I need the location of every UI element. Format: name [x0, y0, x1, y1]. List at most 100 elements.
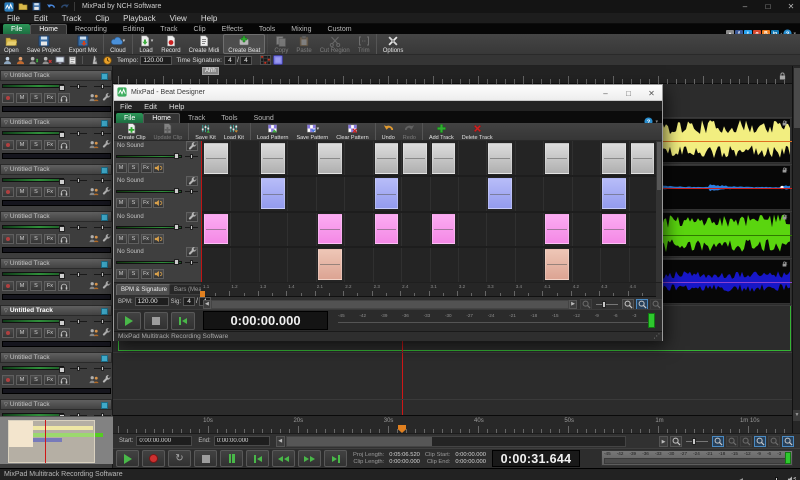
track-m-button[interactable]: M [16, 140, 28, 150]
track-fx-button[interactable]: Fx [44, 375, 56, 385]
track-volume-thumb[interactable] [59, 226, 65, 232]
beat-grid-scrollbar[interactable] [656, 141, 662, 282]
bd-track-volume-thumb[interactable] [174, 153, 179, 159]
go-to-end-button[interactable] [324, 450, 347, 467]
pan-thumb[interactable] [77, 366, 80, 371]
track-fx-button[interactable]: Fx [44, 187, 56, 197]
track-pan-slider-2[interactable] [94, 368, 111, 369]
bd-track-wrench-icon[interactable] [186, 212, 198, 222]
ribbon-tab-clip[interactable]: Clip [186, 24, 214, 34]
beat-ruler[interactable]: 1.11.21.31.42.12.22.32.43.13.23.33.44.14… [201, 283, 656, 297]
track-collapse-icon[interactable]: ▽ [4, 261, 8, 267]
beat-cell-r3-c5[interactable] [318, 214, 342, 245]
track-volume-thumb[interactable] [59, 320, 65, 326]
track-collapse-icon[interactable]: ▽ [4, 214, 8, 220]
overview-selection-box[interactable] [8, 420, 95, 463]
ribbon-tab-editing[interactable]: Editing [115, 24, 152, 34]
track-group-icon[interactable] [89, 324, 99, 342]
bd-track-volume-thumb[interactable] [174, 259, 179, 265]
track-headphones-button[interactable] [58, 140, 70, 150]
pan-thumb[interactable] [77, 319, 80, 324]
loop-record-button[interactable]: ↻ [168, 450, 191, 467]
beat-horizontal-scrollbar-thumb[interactable] [212, 301, 568, 308]
quick-undo-icon[interactable] [45, 2, 56, 12]
track-header[interactable]: ▽Untitled Track [0, 164, 112, 175]
beat-cell-r1-c9[interactable] [432, 143, 456, 174]
track-volume-slider[interactable] [2, 366, 64, 370]
track-wrench-icon[interactable] [102, 89, 111, 107]
bd-track-volume-slider[interactable] [116, 190, 182, 193]
track-pan-slider-2[interactable] [94, 180, 111, 181]
track-fx-button[interactable]: Fx [44, 281, 56, 291]
track-volume-slider[interactable] [2, 178, 64, 182]
bd-track-pan-thumb[interactable] [190, 189, 193, 194]
track-volume-slider[interactable] [2, 319, 64, 323]
ruler-clip-label[interactable]: Ahh [202, 67, 219, 75]
track-record-arm-button[interactable] [2, 281, 14, 291]
menu-track[interactable]: Track [55, 14, 89, 23]
toolbar-load-button[interactable]: ▾Load [132, 34, 158, 54]
bd-tab-sound[interactable]: Sound [246, 113, 282, 123]
time-signature-numerator-input[interactable] [224, 56, 236, 65]
pan-thumb[interactable] [77, 225, 80, 230]
track-group-icon[interactable] [89, 371, 99, 389]
add-user-icon[interactable] [28, 56, 39, 65]
beat-cell-r1-c3[interactable] [261, 143, 285, 174]
beat-cell-r1-c5[interactable] [318, 143, 342, 174]
bpm-input[interactable] [135, 297, 169, 306]
track-m-button[interactable]: M [16, 375, 28, 385]
track-color-box[interactable] [101, 308, 108, 315]
track-volume-thumb[interactable] [59, 132, 65, 138]
bd-track-sound-button[interactable] [153, 234, 164, 244]
track-wrench-icon[interactable] [102, 371, 111, 389]
toolbar-record-button[interactable]: Record [157, 34, 184, 54]
track-color-box[interactable] [101, 214, 108, 221]
bd-track-volume-slider[interactable] [116, 226, 182, 229]
pan-thumb[interactable] [77, 178, 80, 183]
track-volume-thumb[interactable] [59, 179, 65, 185]
track-fx-button[interactable]: Fx [44, 234, 56, 244]
beat-cell-r3-c9[interactable] [432, 214, 456, 245]
bd-toolbar-save-pattern-button[interactable]: ▾Save Pattern [292, 123, 332, 140]
bd-track-m-button[interactable]: M [116, 269, 127, 279]
scroll-right-arrow[interactable]: ▶ [659, 436, 668, 447]
track-pan-slider[interactable] [70, 180, 87, 181]
bd-track-m-button[interactable]: M [116, 163, 127, 173]
beat-cell-r1-c16[interactable] [631, 143, 655, 174]
pan-thumb[interactable] [77, 272, 80, 277]
track-fx-button[interactable]: Fx [44, 140, 56, 150]
zoom-project-button[interactable] [768, 436, 780, 447]
beat-cell-r3-c15[interactable] [602, 214, 626, 245]
time-signature-denominator-input[interactable] [240, 56, 252, 65]
track-color-box[interactable] [101, 167, 108, 174]
beat-cell-r3-c7[interactable] [375, 214, 399, 245]
bd-zoom-in-button[interactable] [622, 299, 634, 310]
ribbon-tab-recording[interactable]: Recording [67, 24, 115, 34]
track-volume-slider[interactable] [2, 131, 64, 135]
track-wrench-icon[interactable] [102, 277, 111, 295]
beat-cell-r2-c7[interactable] [375, 178, 399, 209]
bd-track-s-button[interactable]: S [128, 198, 139, 208]
track-color-box[interactable] [101, 120, 108, 127]
record-button[interactable] [142, 450, 165, 467]
beat-cell-r1-c11[interactable] [488, 143, 512, 174]
bd-toolbar-load-pattern-button[interactable]: Load Pattern [250, 123, 293, 140]
quick-open-icon[interactable] [17, 2, 28, 12]
track-wrench-icon[interactable] [102, 183, 111, 201]
track-pan-slider[interactable] [70, 133, 87, 134]
track-header[interactable]: ▽Untitled Track [0, 117, 112, 128]
track-header[interactable]: ▽Untitled Track [0, 352, 112, 363]
track-volume-thumb[interactable] [59, 273, 65, 279]
bd-maximize-button[interactable]: □ [624, 89, 633, 98]
scroll-down-arrow[interactable]: ▼ [793, 410, 800, 421]
bd-play-button[interactable] [117, 312, 141, 330]
track-collapse-icon[interactable]: ▽ [4, 355, 8, 361]
speaker-icon[interactable] [787, 471, 796, 480]
menu-playback[interactable]: Playback [116, 14, 162, 23]
track-wrench-icon[interactable] [102, 230, 111, 248]
bd-track-sound-button[interactable] [153, 269, 164, 279]
track-s-button[interactable]: S [30, 281, 42, 291]
menu-view[interactable]: View [163, 14, 194, 23]
toolbar-save-project-button[interactable]: Save Project [23, 34, 65, 54]
track-color-box[interactable] [101, 355, 108, 362]
